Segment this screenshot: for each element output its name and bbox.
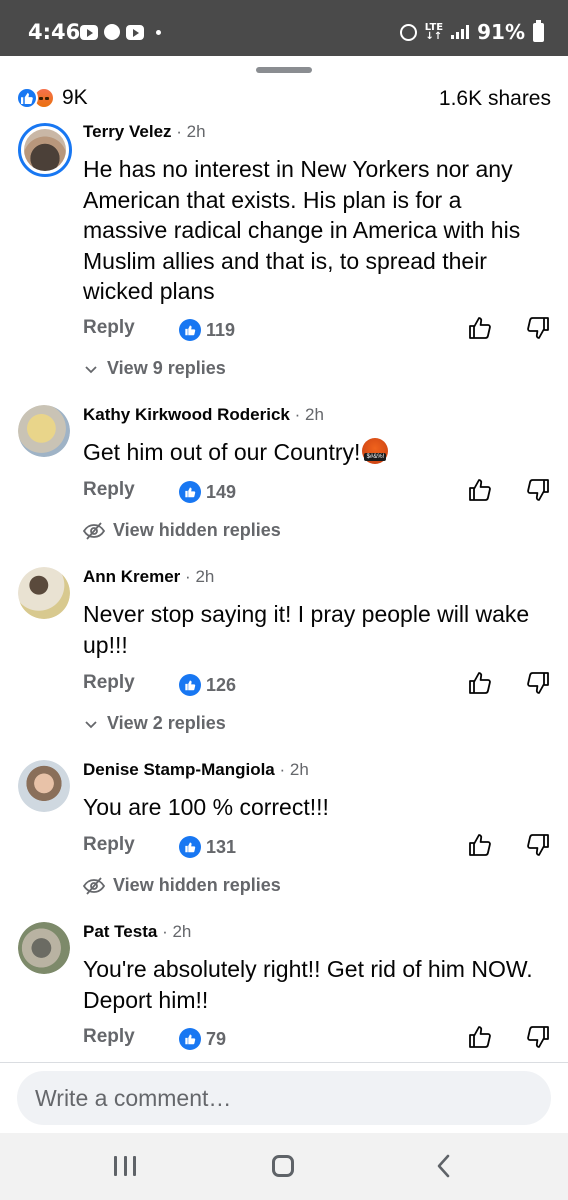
like-reaction-icon <box>179 319 201 341</box>
view-replies-button[interactable]: View 2 replies <box>83 713 226 734</box>
reaction-count: 9K <box>62 86 88 109</box>
avatar[interactable] <box>18 922 70 974</box>
like-reaction-icon <box>179 1028 201 1050</box>
thumbs-down-icon[interactable] <box>526 315 550 341</box>
like-reaction-icon <box>179 481 201 503</box>
recent-apps-icon[interactable] <box>114 1153 136 1179</box>
comment-text: He has no interest in New Yorkers nor an… <box>83 156 521 304</box>
thumbs-down-icon[interactable] <box>526 477 550 503</box>
comment-header: Pat Testa · 2h <box>83 922 192 941</box>
comment-text: You are 100 % correct!!! <box>83 794 329 820</box>
youtube-icon <box>126 24 144 40</box>
comment-header: Ann Kremer · 2h <box>83 567 215 586</box>
comment-text: Never stop saying it! I pray people will… <box>83 601 530 658</box>
view-replies-button[interactable]: View 9 replies <box>83 358 226 379</box>
drag-handle[interactable] <box>256 67 312 73</box>
like-reaction-icon <box>179 674 201 696</box>
reply-button[interactable]: Reply <box>83 1026 135 1048</box>
status-time: 4:46 <box>28 20 81 44</box>
comment-actions: Reply 149 <box>83 477 550 507</box>
view-hidden-replies-button[interactable]: View hidden replies <box>83 520 281 541</box>
battery-percent: 91% <box>477 20 525 44</box>
signal-icon <box>451 25 470 39</box>
like-count[interactable]: 79 <box>179 1028 226 1050</box>
lte-indicator: LTE ↓↑ <box>424 22 444 42</box>
home-icon[interactable] <box>272 1155 294 1177</box>
like-reaction-icon <box>179 836 201 858</box>
like-reaction-icon <box>16 87 38 109</box>
like-count[interactable]: 131 <box>179 836 236 858</box>
chat-icon <box>104 24 120 40</box>
share-count[interactable]: 1.6K shares <box>439 87 551 111</box>
commenter-name[interactable]: Denise Stamp-Mangiola <box>83 760 275 779</box>
chevron-down-icon <box>85 365 97 373</box>
comment-time: 2h <box>305 405 324 424</box>
chevron-down-icon <box>85 720 97 728</box>
reply-button[interactable]: Reply <box>83 834 135 856</box>
thumbs-up-icon[interactable] <box>468 670 492 696</box>
notification-icons <box>80 24 161 40</box>
like-count[interactable]: 126 <box>179 674 236 696</box>
comment-input[interactable]: Write a comment… <box>17 1071 551 1125</box>
battery-icon <box>533 19 544 42</box>
comment-time: 2h <box>289 760 309 779</box>
thumbs-up-icon[interactable] <box>468 832 492 858</box>
more-notifications-icon <box>156 29 161 35</box>
thumbs-up-icon[interactable] <box>468 477 492 503</box>
reply-button[interactable]: Reply <box>83 479 135 501</box>
avatar[interactable] <box>18 760 70 812</box>
thumbs-up-icon[interactable] <box>468 1024 492 1050</box>
alarm-icon <box>399 23 417 41</box>
system-nav-bar <box>0 1133 568 1200</box>
comment-actions: Reply 126 <box>83 670 550 700</box>
status-bar: 4:46 LTE ↓↑ 91% <box>0 0 568 56</box>
avatar[interactable] <box>18 405 70 457</box>
eye-slash-icon <box>83 876 105 895</box>
reply-button[interactable]: Reply <box>83 672 135 694</box>
comment-actions: Reply 119 <box>83 315 550 345</box>
comment-time: 2h <box>186 122 206 141</box>
cursing-face-emoji-icon: $#&%! <box>362 438 389 464</box>
commenter-name[interactable]: Kathy Kirkwood Roderick <box>83 405 290 424</box>
comment-header: Kathy Kirkwood Roderick · 2h <box>83 405 324 424</box>
comment-actions: Reply 79 <box>83 1024 550 1054</box>
commenter-name[interactable]: Ann Kremer <box>83 567 180 586</box>
reaction-summary[interactable]: 9K <box>16 86 88 110</box>
view-hidden-replies-button[interactable]: View hidden replies <box>83 875 281 896</box>
avatar[interactable] <box>18 123 72 177</box>
avatar[interactable] <box>18 567 70 619</box>
youtube-icon <box>80 24 98 40</box>
comment-header: Terry Velez · 2h <box>83 122 206 141</box>
thumbs-down-icon[interactable] <box>526 832 550 858</box>
thumbs-up-icon[interactable] <box>468 315 492 341</box>
thumbs-down-icon[interactable] <box>526 670 550 696</box>
comment-text: You're absolutely right!! Get rid of him… <box>83 956 533 1013</box>
reply-button[interactable]: Reply <box>83 317 135 339</box>
comment-text: Get him out of our Country! $#&%! <box>83 437 550 468</box>
divider <box>0 1062 568 1063</box>
comment-time: 2h <box>172 922 192 941</box>
commenter-name[interactable]: Terry Velez <box>83 122 172 141</box>
comment-actions: Reply 131 <box>83 832 550 862</box>
comment-time: 2h <box>195 567 215 586</box>
like-count[interactable]: 149 <box>179 481 236 503</box>
like-count[interactable]: 119 <box>179 319 235 341</box>
back-icon[interactable] <box>432 1153 456 1179</box>
comment-header: Denise Stamp-Mangiola · 2h <box>83 760 309 779</box>
eye-slash-icon <box>83 521 105 540</box>
thumbs-down-icon[interactable] <box>526 1024 550 1050</box>
system-icons: LTE ↓↑ 91% <box>399 19 544 44</box>
commenter-name[interactable]: Pat Testa <box>83 922 157 941</box>
